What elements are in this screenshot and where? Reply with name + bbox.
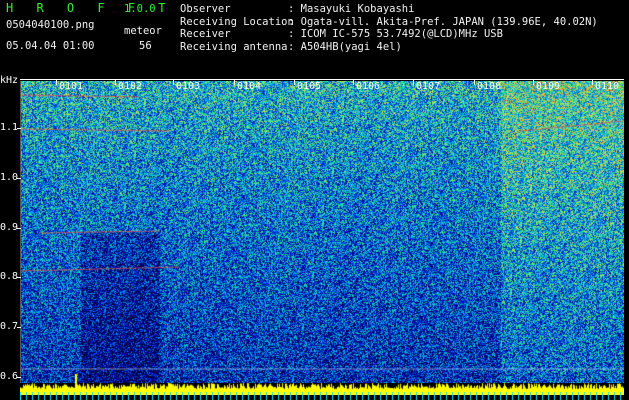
y-axis-unit: kHz (0, 75, 19, 86)
meteor-label: meteor (124, 25, 162, 37)
info-label: Receiving Location (180, 15, 294, 28)
x-tick-label: 0107 (416, 81, 441, 92)
y-tick-mark (17, 178, 21, 179)
y-tick-label: 0.6 (0, 371, 19, 382)
meteor-count: 56 (139, 40, 152, 52)
y-tick-label: 0.9 (0, 222, 19, 233)
info-row-antenna: Receiving antenna: A504HB(yagi 4el) (180, 41, 598, 54)
y-tick-mark (17, 228, 21, 229)
x-tick-label: 0105 (297, 81, 322, 92)
info-label: Receiving antenna (180, 40, 288, 53)
x-tick-mark (56, 79, 57, 85)
x-tick-label: 0101 (59, 81, 84, 92)
x-tick-label: 0106 (356, 81, 381, 92)
x-tick-label: 0110 (595, 81, 620, 92)
info-value: : Masayuki Kobayashi (288, 3, 415, 15)
y-tick-label: 0.7 (0, 321, 19, 332)
x-tick-mark (353, 79, 354, 85)
spectrogram-frame (20, 81, 624, 383)
info-label: Receiver (180, 28, 231, 40)
info-row-location: Receiving Location: Ogata-vill. Akita-Pr… (180, 16, 598, 29)
x-tick-label: 0102 (118, 81, 143, 92)
station-info: Observer : Masayuki Kobayashi Receiving L… (180, 3, 598, 53)
x-tick-label: 0109 (536, 81, 561, 92)
y-tick-label: 1.1 (0, 122, 19, 133)
x-tick-mark (115, 79, 116, 85)
info-value: : A504HB(yagi 4el) (288, 40, 402, 53)
x-tick-mark (413, 79, 414, 85)
info-row-observer: Observer : Masayuki Kobayashi (180, 3, 598, 16)
app-version: 1.0.0 (124, 3, 156, 15)
info-label: Observer (180, 3, 231, 15)
y-tick-mark (17, 277, 21, 278)
x-tick-mark (533, 79, 534, 85)
file-name: 0504040100.png (6, 19, 95, 31)
x-tick-mark (173, 79, 174, 85)
x-tick-mark (474, 79, 475, 85)
info-value: : ICOM IC-575 53.7492(@LCD)MHz USB (288, 28, 503, 40)
y-tick-label: 1.0 (0, 172, 19, 183)
info-value: : Ogata-vill. Akita-Pref. JAPAN (139.96E… (288, 15, 598, 28)
y-tick-mark (17, 128, 21, 129)
x-tick-mark (592, 79, 593, 85)
y-tick-label: 0.8 (0, 271, 19, 282)
x-tick-label: 0108 (477, 81, 502, 92)
x-tick-label: 0103 (176, 81, 201, 92)
x-tick-mark (234, 79, 235, 85)
info-row-receiver: Receiver : ICOM IC-575 53.7492(@LCD)MHz U… (180, 28, 598, 41)
minute-tick-strip (20, 392, 624, 400)
x-tick-label: 0104 (237, 81, 262, 92)
x-tick-mark (294, 79, 295, 85)
observation-datetime: 05.04.04 01:00 (6, 40, 95, 52)
y-tick-mark (17, 327, 21, 328)
